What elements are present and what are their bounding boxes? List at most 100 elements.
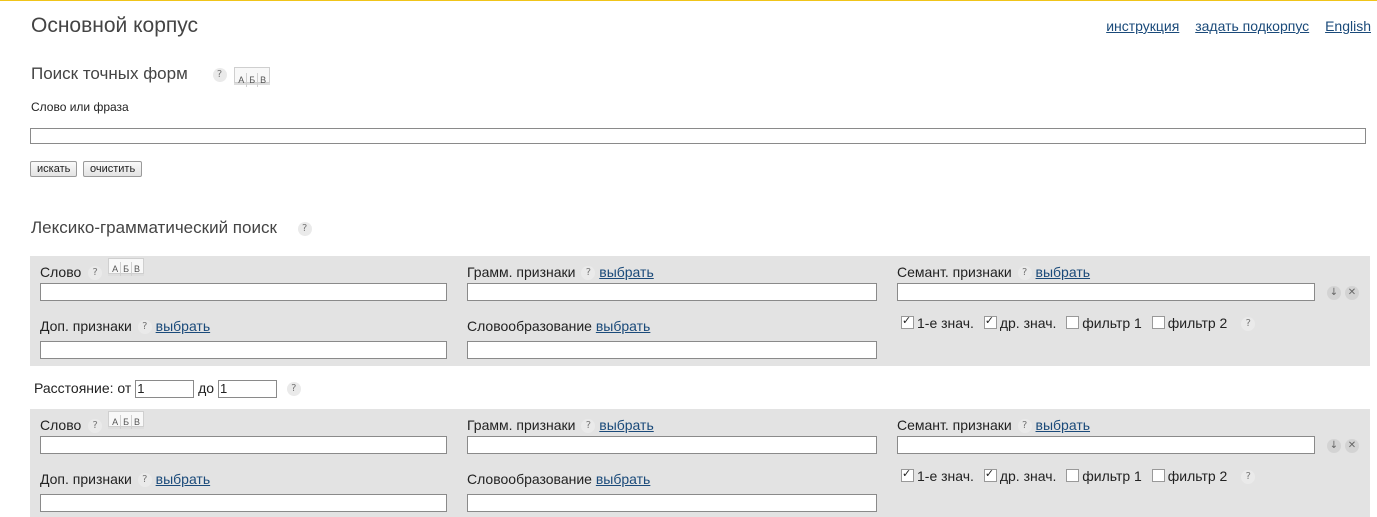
abv-v: В (134, 264, 141, 274)
checkbox[interactable] (901, 314, 914, 329)
help-icon[interactable]: ? (1017, 266, 1032, 281)
gram-input[interactable] (467, 436, 877, 454)
extra-label-text: Доп. признаки (40, 318, 132, 334)
checkbox-label: фильтр 2 (1167, 315, 1228, 331)
gram-choose-link[interactable]: выбрать (599, 417, 654, 433)
help-icon[interactable]: ? (1241, 317, 1256, 332)
checkbox-label: фильтр 2 (1167, 468, 1228, 484)
lexgram-title: Лексико-грамматический поиск ? (31, 218, 312, 238)
help-icon[interactable]: ? (286, 382, 301, 397)
filter1-option[interactable]: фильтр 1 (1066, 468, 1142, 484)
help-icon[interactable]: ? (297, 221, 312, 236)
checkbox[interactable] (1151, 469, 1165, 482)
word-label: Слово ? АБВ (40, 258, 145, 281)
filter2-option[interactable]: фильтр 2 (1151, 315, 1228, 331)
first-meaning-option[interactable]: 1-е знач. (901, 314, 974, 331)
checkbox[interactable] (983, 467, 997, 482)
abv-b: Б (121, 415, 132, 429)
help-icon[interactable]: ? (88, 266, 103, 281)
word-input[interactable] (40, 436, 447, 454)
help-icon[interactable]: ? (137, 473, 152, 488)
wordform-choose-link[interactable]: выбрать (596, 318, 651, 334)
exact-search-title: Поиск точных форм ? АБВ (31, 64, 271, 87)
word-label-text: Слово (40, 417, 82, 433)
semant-label: Семант. признаки ? выбрать (897, 417, 1091, 434)
checkbox[interactable] (901, 467, 914, 482)
gram-input[interactable] (467, 283, 877, 301)
extra-label-text: Доп. признаки (40, 471, 132, 487)
abv-a: А (110, 262, 122, 276)
move-down-icon[interactable]: ↓ (1327, 286, 1341, 300)
phrase-label: Слово или фраза (31, 100, 129, 114)
checkbox[interactable] (1151, 316, 1165, 329)
distance-to-label: до (198, 380, 215, 396)
page-title: Основной корпус (31, 14, 199, 37)
keyboard-abv-icon[interactable]: АБВ (234, 66, 271, 87)
meaning-checkboxes: 1-е знач. др. знач. фильтр 1 фильтр 2 ? (901, 467, 1256, 485)
wordform-input[interactable] (467, 341, 877, 359)
help-icon[interactable]: ? (212, 67, 227, 82)
distance-from-input[interactable]: 1 (135, 380, 195, 399)
english-link[interactable]: English (1325, 18, 1371, 34)
semant-label: Семант. признаки ? выбрать (897, 264, 1091, 281)
extra-choose-link[interactable]: выбрать (156, 471, 211, 487)
help-icon[interactable]: ? (1241, 470, 1256, 485)
distance-row: Расстояние: от 1 до 1 ? (34, 380, 301, 399)
instruction-link[interactable]: инструкция (1106, 18, 1179, 34)
gram-label-text: Грамм. признаки (467, 417, 576, 433)
extra-choose-link[interactable]: выбрать (156, 318, 211, 334)
semant-input[interactable] (897, 436, 1315, 454)
semant-input[interactable] (897, 283, 1315, 301)
gram-choose-link[interactable]: выбрать (599, 264, 654, 280)
distance-to-input[interactable]: 1 (217, 380, 277, 399)
other-meaning-option[interactable]: др. знач. (983, 467, 1057, 484)
help-icon[interactable]: ? (581, 266, 596, 281)
distance-label: Расстояние: от (34, 380, 132, 396)
checkbox[interactable] (1066, 316, 1080, 329)
checkbox-label: 1-е знач. (917, 468, 974, 484)
checkbox[interactable] (1066, 469, 1080, 482)
wordform-input[interactable] (467, 494, 877, 512)
remove-icon[interactable]: ✕ (1345, 439, 1359, 453)
checkbox-label: фильтр 1 (1082, 315, 1142, 331)
wordform-choose-link[interactable]: выбрать (596, 471, 651, 487)
gram-label: Грамм. признаки ? выбрать (467, 264, 654, 281)
keyboard-abv-icon[interactable]: АБВ (108, 258, 145, 276)
word-label-text: Слово (40, 264, 82, 280)
gram-label-text: Грамм. признаки (467, 264, 576, 280)
extra-input[interactable] (40, 341, 447, 359)
subcorpus-link[interactable]: задать подкорпус (1195, 18, 1309, 34)
help-icon[interactable]: ? (1017, 419, 1032, 434)
move-down-icon[interactable]: ↓ (1327, 439, 1341, 453)
other-meaning-option[interactable]: др. знач. (983, 314, 1057, 331)
extra-label: Доп. признаки ? выбрать (40, 471, 211, 488)
phrase-input[interactable] (30, 128, 1366, 144)
semant-choose-link[interactable]: выбрать (1036, 264, 1091, 280)
checkbox-label: 1-е знач. (917, 315, 974, 331)
semant-choose-link[interactable]: выбрать (1036, 417, 1091, 433)
semant-label-text: Семант. признаки (897, 264, 1012, 280)
abv-a: А (236, 72, 248, 87)
word-label: Слово ? АБВ (40, 411, 145, 434)
word-input[interactable] (40, 283, 447, 301)
filter2-option[interactable]: фильтр 2 (1151, 468, 1228, 484)
word-block-2: Слово ? АБВ Грамм. признаки ? выбрать Се… (30, 409, 1370, 517)
remove-icon[interactable]: ✕ (1345, 286, 1359, 300)
search-button[interactable]: искать (30, 161, 78, 177)
checkbox-label: др. знач. (999, 315, 1057, 331)
wordform-label: Словообразование выбрать (467, 471, 650, 487)
keyboard-abv-icon[interactable]: АБВ (108, 411, 145, 429)
filter1-option[interactable]: фильтр 1 (1066, 315, 1142, 331)
checkbox-label: фильтр 1 (1082, 468, 1142, 484)
exact-search-heading: Поиск точных форм (31, 64, 188, 83)
help-icon[interactable]: ? (88, 419, 103, 434)
clear-button[interactable]: очистить (83, 161, 143, 177)
help-icon[interactable]: ? (137, 320, 152, 335)
checkbox-label: др. знач. (999, 468, 1057, 484)
checkbox[interactable] (983, 314, 997, 329)
gram-label: Грамм. признаки ? выбрать (467, 417, 654, 434)
extra-input[interactable] (40, 494, 447, 512)
help-icon[interactable]: ? (581, 419, 596, 434)
abv-a: А (110, 415, 122, 429)
first-meaning-option[interactable]: 1-е знач. (901, 467, 974, 484)
